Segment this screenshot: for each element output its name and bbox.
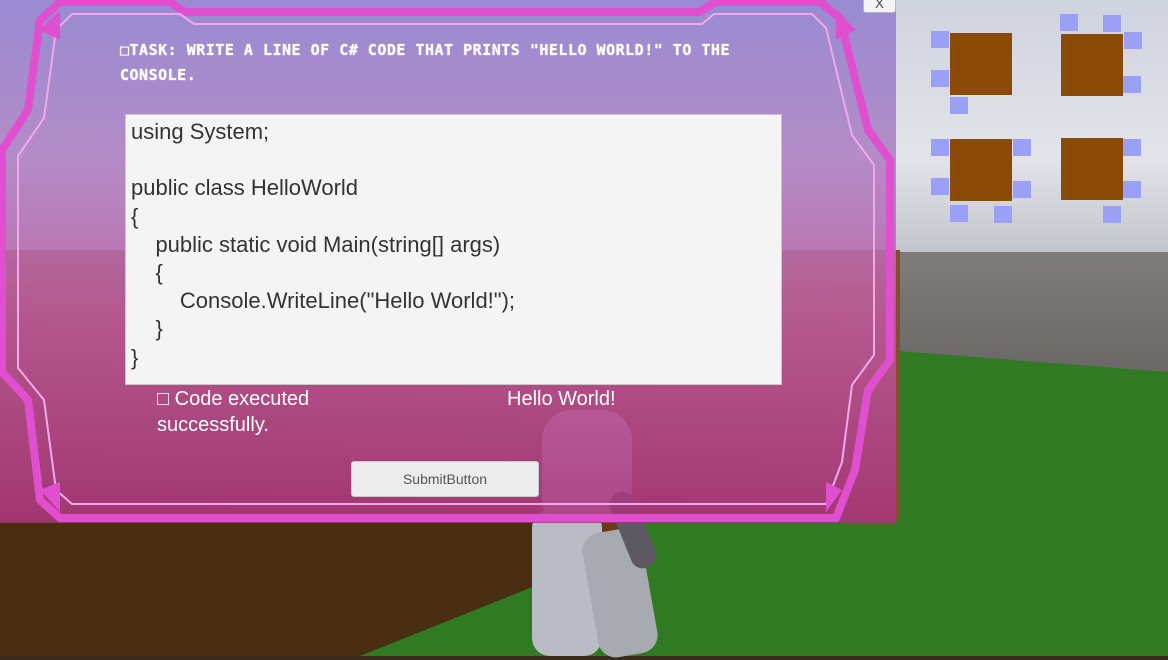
door-marker-icon — [931, 139, 949, 156]
close-button[interactable]: X — [863, 0, 896, 13]
door-marker-icon — [1124, 32, 1142, 49]
task-panel: □TASK: WRITE A LINE OF C# CODE THAT PRIN… — [0, 0, 896, 523]
door-marker-icon — [931, 31, 949, 48]
door-marker-icon — [1103, 15, 1121, 32]
minimap-room — [1061, 138, 1123, 200]
minimap-room — [950, 33, 1012, 95]
console-output: Hello World! — [507, 388, 616, 410]
door-marker-icon — [950, 97, 968, 114]
door-marker-icon — [1123, 181, 1141, 198]
door-marker-icon — [931, 178, 949, 195]
door-marker-icon — [1013, 139, 1031, 156]
door-marker-icon — [1060, 14, 1078, 31]
door-marker-icon — [1013, 181, 1031, 198]
code-editor[interactable]: using System; public class HelloWorld { … — [125, 114, 782, 385]
task-description: □TASK: WRITE A LINE OF C# CODE THAT PRIN… — [120, 41, 730, 84]
door-marker-icon — [931, 70, 949, 87]
door-marker-icon — [1123, 76, 1141, 93]
door-marker-icon — [1103, 206, 1121, 223]
door-marker-icon — [994, 206, 1012, 223]
code-text[interactable]: using System; public class HelloWorld { … — [131, 118, 515, 372]
minimap-room — [1061, 34, 1123, 96]
door-marker-icon — [950, 205, 968, 222]
door-marker-icon — [1123, 139, 1141, 156]
execution-status: □ Code executed successfully. — [157, 388, 310, 436]
submit-button[interactable]: SubmitButton — [351, 461, 539, 497]
minimap-room — [950, 139, 1012, 201]
